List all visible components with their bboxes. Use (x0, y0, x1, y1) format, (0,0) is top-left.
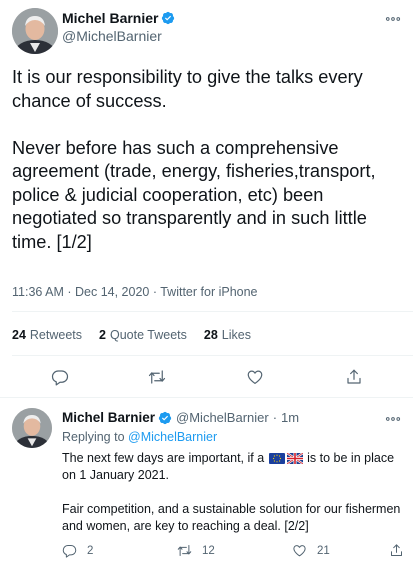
retweet-icon[interactable] (148, 368, 166, 386)
more-options-icon[interactable] (384, 410, 402, 428)
like-icon (293, 545, 306, 557)
display-name[interactable]: Michel Barnier (62, 410, 155, 425)
divider (12, 311, 413, 312)
reply-text: The next few days are important, if a is… (62, 450, 405, 552)
reply-button[interactable]: 2 (62, 543, 93, 558)
replying-to: Replying to @MichelBarnier (62, 430, 217, 444)
uk-flag-icon (286, 453, 303, 464)
action-bar (0, 368, 413, 388)
retweets-label: Retweets (29, 328, 83, 342)
avatar[interactable] (12, 8, 58, 54)
handle[interactable]: @MichelBarnier (176, 410, 269, 425)
retweets-stat[interactable]: 24 Retweets (12, 328, 82, 342)
quotes-stat[interactable]: 2 Quote Tweets (99, 328, 187, 342)
share-button[interactable] (389, 543, 413, 558)
like-count: 21 (317, 544, 330, 557)
main-tweet: Michel Barnier @MichelBarnier It is our … (0, 0, 413, 397)
retweet-button[interactable]: 12 (177, 543, 215, 558)
eu-flag-icon (268, 453, 285, 464)
quotes-count: 2 (99, 328, 106, 342)
engagement-stats: 24 Retweets 2 Quote Tweets 28 Likes (12, 328, 268, 342)
share-icon (391, 544, 402, 556)
replying-to-link[interactable]: @MichelBarnier (128, 430, 217, 444)
reply-paragraph: The next few days are important, if a is… (62, 450, 405, 484)
display-name[interactable]: Michel Barnier (62, 10, 158, 26)
avatar[interactable] (12, 408, 52, 448)
likes-label: Likes (221, 328, 251, 342)
verified-badge-icon (158, 411, 172, 424)
handle[interactable]: @MichelBarnier (62, 28, 162, 44)
reply-action-bar: 2 12 21 (62, 543, 402, 559)
quotes-label: Quote Tweets (109, 328, 187, 342)
replying-to-label: Replying to (62, 430, 125, 444)
relative-time[interactable]: 1m (281, 410, 299, 425)
reply-author-row: Michel Barnier @MichelBarnier · 1m (62, 410, 299, 425)
reply-count: 2 (87, 544, 94, 557)
tweet-paragraph: It is our responsibility to give the tal… (12, 67, 368, 111)
more-options-icon[interactable] (384, 10, 402, 28)
tweet-text: It is our responsibility to give the tal… (12, 66, 407, 254)
share-icon[interactable] (345, 368, 363, 386)
tweet-timestamp[interactable]: 11:36 AM · Dec 14, 2020 · Twitter for iP… (12, 285, 258, 299)
likes-count: 28 (203, 328, 218, 342)
tweet-paragraph: Never before has such a comprehensive ag… (12, 137, 381, 252)
reply-icon (62, 545, 77, 558)
reply-text-before-flags: The next few days are important, if a (62, 451, 265, 465)
reply-paragraph: Fair competition, and a sustainable solu… (62, 502, 401, 533)
like-icon[interactable] (246, 368, 264, 386)
author-row: Michel Barnier (62, 10, 175, 26)
reply-icon[interactable] (51, 368, 69, 386)
separator-dot: · (272, 410, 278, 425)
retweet-count: 12 (202, 544, 215, 557)
divider (12, 355, 413, 356)
likes-stat[interactable]: 28 Likes (204, 328, 251, 342)
retweet-icon (177, 545, 192, 556)
retweets-count: 24 (12, 328, 26, 342)
verified-badge-icon (162, 11, 175, 25)
like-button[interactable]: 21 (292, 543, 330, 558)
